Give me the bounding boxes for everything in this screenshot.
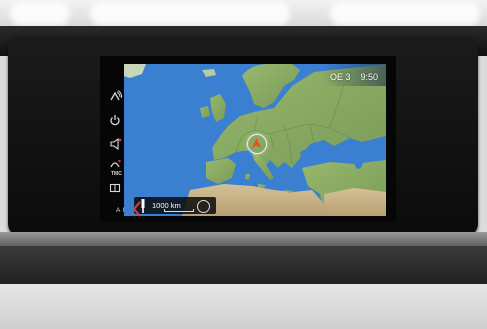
radio-station: OE 3: [329, 72, 351, 82]
navigation-map[interactable]: OE 3 9:50 1000 km: [124, 64, 386, 216]
power-icon[interactable]: [106, 112, 124, 128]
status-bar: OE 3 9:50: [330, 70, 378, 84]
chevron-left-icon[interactable]: [133, 201, 141, 217]
compass-icon[interactable]: [197, 200, 210, 213]
clock: 9:50: [360, 72, 378, 82]
map-book-icon[interactable]: [106, 180, 124, 196]
glare: [330, 2, 480, 26]
tmc-traffic-icon[interactable]: [106, 156, 124, 172]
satellite-signal-icon[interactable]: [106, 88, 124, 104]
glare: [90, 2, 290, 26]
tmc-label: TMC: [111, 171, 122, 177]
infotainment-screen: TMC A N OE 3 9:50 1000 km: [100, 56, 396, 222]
dashboard-lower: [0, 246, 487, 286]
speaker-icon[interactable]: [106, 136, 124, 152]
glare: [10, 2, 70, 26]
map-scale-box[interactable]: 1000 km: [134, 197, 216, 214]
map-scale-bar: [164, 209, 194, 212]
vehicle-arrow-icon: [252, 138, 261, 148]
dashboard-bottom: [0, 284, 487, 329]
